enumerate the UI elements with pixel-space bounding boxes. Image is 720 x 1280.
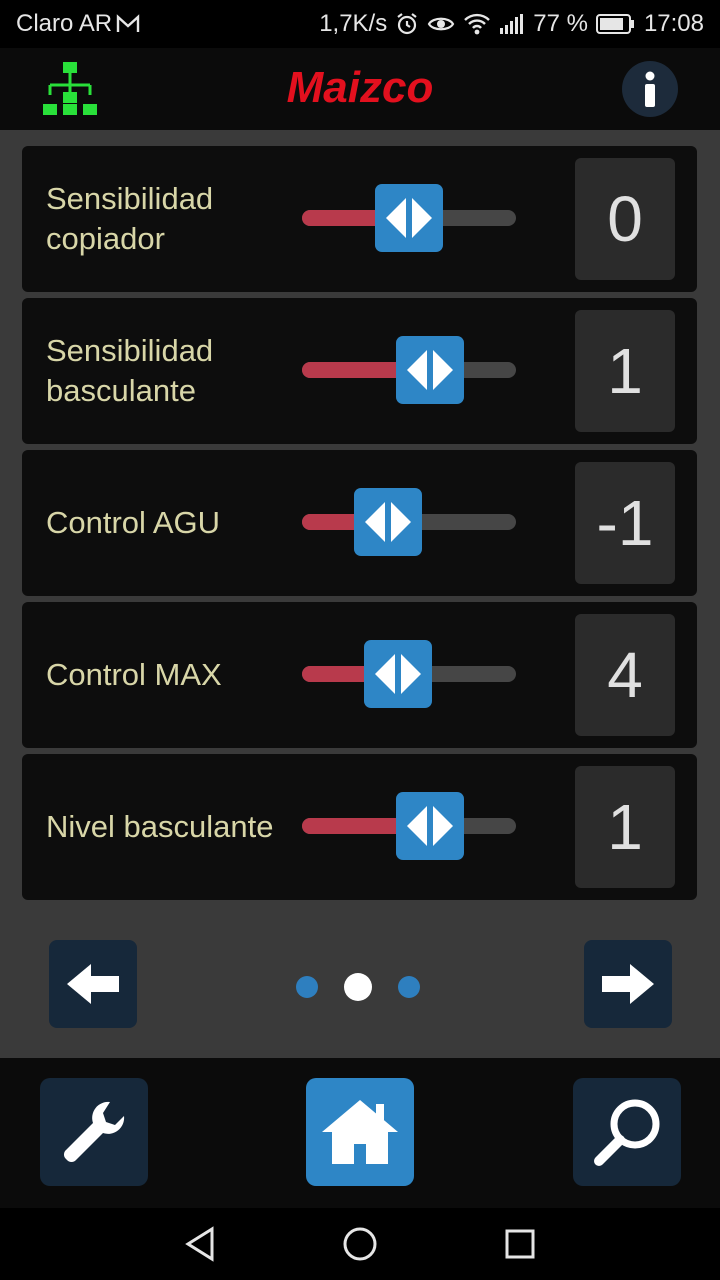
status-icons: 1,7K/s 77 % 17:08: [319, 10, 704, 38]
clock: 17:08: [643, 10, 704, 37]
recents-icon[interactable]: [504, 1226, 536, 1262]
slider-handle[interactable]: [364, 640, 433, 708]
network-speed: 1,7K/s: [319, 10, 388, 37]
slider-handle[interactable]: [353, 488, 422, 556]
home-circle-icon[interactable]: [342, 1226, 378, 1262]
status-bar: Claro AR 1,7K/s 77 % 17:08: [0, 0, 720, 48]
arrow-right-icon: [602, 964, 654, 1004]
wrench-icon: [63, 1101, 125, 1163]
setting-row: Sensibilidad copiador 0: [22, 146, 697, 292]
setting-label: Sensibilidad copiador: [46, 181, 214, 256]
setting-row: Sensibilidad basculante 1: [22, 298, 697, 444]
setting-label: Sensibilidad basculante: [46, 333, 214, 408]
page-indicator: [296, 973, 420, 1001]
home-icon: [322, 1100, 398, 1164]
double-arrow-icon: [386, 198, 432, 238]
network-tree-icon[interactable]: [40, 60, 100, 118]
double-arrow-icon: [407, 806, 454, 846]
battery-percent: 77 %: [533, 10, 588, 37]
mail-icon: [116, 14, 140, 32]
setting-row: Control AGU -1: [22, 450, 697, 596]
maizco-logo: Maizco: [287, 63, 434, 112]
page-dot[interactable]: [398, 976, 420, 998]
alarm-icon: [397, 13, 417, 35]
back-icon[interactable]: [184, 1226, 216, 1262]
setting-label: Control AGU: [46, 505, 221, 540]
bottom-toolbar: [0, 1058, 720, 1208]
search-tool-button[interactable]: [573, 1078, 681, 1186]
settings-tool-button[interactable]: [40, 1078, 148, 1186]
setting-value: 1: [575, 766, 675, 888]
setting-value: 0: [575, 158, 675, 280]
wifi-icon: [464, 13, 491, 35]
previous-page-button[interactable]: [49, 940, 137, 1028]
carrier-group: Claro AR: [16, 10, 140, 38]
signal-icon: [500, 14, 524, 34]
search-icon: [594, 1099, 660, 1166]
app-header: Maizco: [0, 48, 720, 130]
setting-label: Nivel basculante: [46, 809, 274, 844]
settings-panel: Sensibilidad copiador 0 Sensibilidad bascu…: [0, 130, 720, 1058]
slider-handle[interactable]: [396, 336, 465, 404]
double-arrow-icon: [364, 502, 411, 542]
page-dot-active[interactable]: [344, 973, 372, 1001]
setting-row: Control MAX 4: [22, 602, 697, 748]
arrow-left-icon: [67, 964, 119, 1004]
home-button[interactable]: [306, 1078, 414, 1186]
slider-handle[interactable]: [375, 184, 443, 252]
double-arrow-icon: [407, 350, 454, 390]
info-button[interactable]: [622, 61, 678, 117]
next-page-button[interactable]: [584, 940, 672, 1028]
carrier-name: Claro AR: [16, 10, 113, 37]
eye-icon: [427, 17, 455, 31]
slider-handle[interactable]: [396, 792, 465, 860]
setting-label: Control MAX: [46, 657, 222, 692]
battery-icon: [595, 14, 634, 34]
system-navigation-bar: [0, 1208, 720, 1280]
page-dot[interactable]: [296, 976, 318, 998]
setting-row: Nivel basculante 1: [22, 754, 697, 900]
double-arrow-icon: [375, 654, 422, 694]
setting-value: 1: [575, 310, 675, 432]
info-icon: [645, 71, 655, 107]
logo-text: Maizco: [287, 63, 434, 112]
setting-value: 4: [575, 614, 675, 736]
setting-value: -1: [575, 462, 675, 584]
